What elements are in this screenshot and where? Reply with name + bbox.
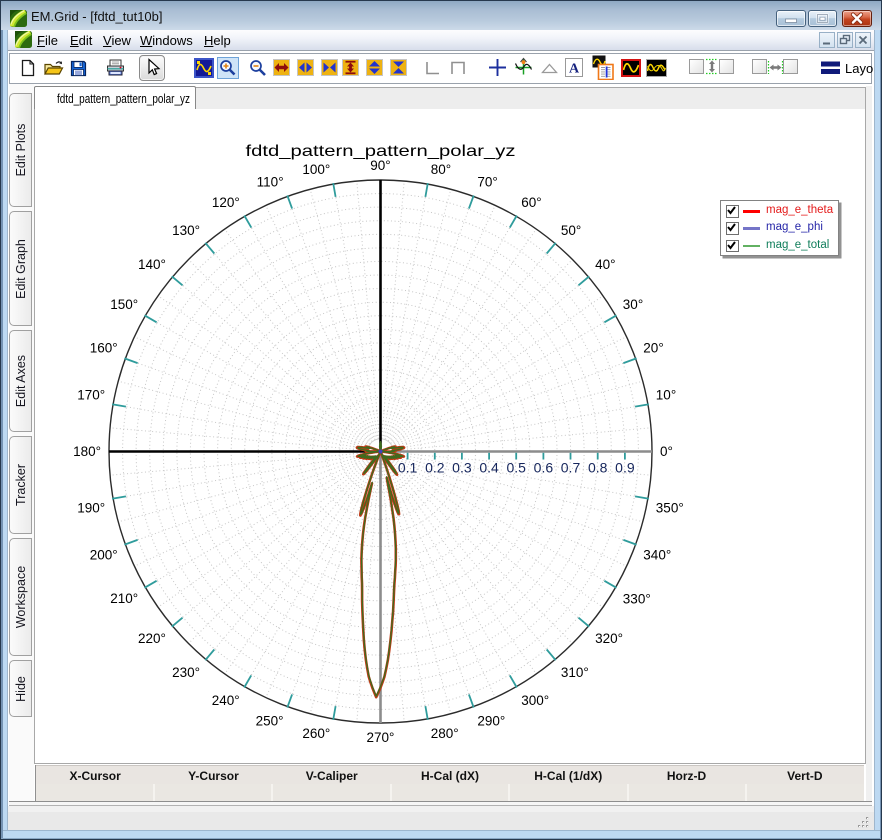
svg-text:0.7: 0.7 xyxy=(561,460,581,476)
svg-text:110°: 110° xyxy=(257,175,284,190)
svg-text:180°: 180° xyxy=(73,444,101,459)
svg-text:0.2: 0.2 xyxy=(425,460,445,476)
svg-text:fdtd_pattern_pattern_polar_yz: fdtd_pattern_pattern_polar_yz xyxy=(246,143,516,160)
svg-text:120°: 120° xyxy=(212,195,240,210)
svg-text:A: A xyxy=(569,62,580,77)
svg-text:200°: 200° xyxy=(90,547,118,562)
svg-text:130°: 130° xyxy=(172,223,200,238)
svg-text:80°: 80° xyxy=(431,162,451,177)
svg-text:330°: 330° xyxy=(623,591,651,606)
svg-text:220°: 220° xyxy=(138,631,166,646)
svg-text:20°: 20° xyxy=(643,341,663,356)
svg-text:70°: 70° xyxy=(477,175,497,190)
svg-text:160°: 160° xyxy=(90,341,118,356)
svg-text:0.1: 0.1 xyxy=(398,460,418,476)
svg-text:40°: 40° xyxy=(595,257,615,272)
svg-text:270°: 270° xyxy=(367,730,395,745)
svg-text:290°: 290° xyxy=(477,713,505,728)
svg-text:60°: 60° xyxy=(521,195,541,210)
svg-text:140°: 140° xyxy=(138,257,166,272)
svg-text:280°: 280° xyxy=(431,726,459,741)
svg-text:10°: 10° xyxy=(656,387,676,402)
svg-text:350°: 350° xyxy=(656,501,684,516)
svg-text:230°: 230° xyxy=(172,665,200,680)
svg-text:310°: 310° xyxy=(561,665,589,680)
svg-text:190°: 190° xyxy=(77,501,105,516)
svg-text:320°: 320° xyxy=(595,631,623,646)
svg-text:0°: 0° xyxy=(660,444,673,459)
svg-text:250°: 250° xyxy=(256,713,284,728)
svg-text:340°: 340° xyxy=(643,547,671,562)
svg-text:30°: 30° xyxy=(623,297,643,312)
svg-text:0.4: 0.4 xyxy=(479,460,499,476)
svg-text:0.5: 0.5 xyxy=(506,460,526,476)
svg-text:300°: 300° xyxy=(521,693,549,708)
svg-text:0.3: 0.3 xyxy=(452,460,472,476)
svg-text:260°: 260° xyxy=(302,726,330,741)
svg-text:100°: 100° xyxy=(302,162,330,177)
svg-text:0.8: 0.8 xyxy=(588,460,608,476)
svg-text:170°: 170° xyxy=(77,387,105,402)
svg-text:fdtd_pattern_pattern_polar_yz: fdtd_pattern_pattern_polar_yz xyxy=(57,92,190,106)
svg-text:240°: 240° xyxy=(212,693,240,708)
svg-text:90°: 90° xyxy=(370,158,390,173)
svg-text:50°: 50° xyxy=(561,223,581,238)
svg-text:0.6: 0.6 xyxy=(534,460,554,476)
svg-text:0.9: 0.9 xyxy=(615,460,635,476)
svg-text:210°: 210° xyxy=(110,591,138,606)
svg-text:150°: 150° xyxy=(110,297,138,312)
